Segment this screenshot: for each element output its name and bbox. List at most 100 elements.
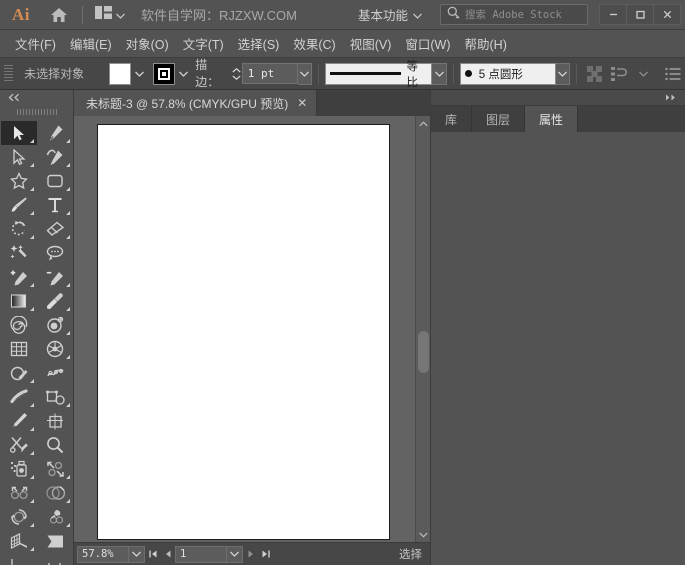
stroke-weight-stepper[interactable]	[231, 63, 242, 85]
home-icon[interactable]	[42, 7, 76, 23]
tool-free-transform[interactable]	[37, 385, 73, 409]
more-options-icon[interactable]	[663, 63, 683, 85]
tool-lasso[interactable]	[37, 241, 73, 265]
control-bar-grip[interactable]	[4, 65, 13, 83]
fill-control[interactable]	[109, 63, 147, 85]
tool-symbol-scruncher[interactable]	[37, 457, 73, 481]
first-page-icon[interactable]	[145, 546, 160, 563]
tool-grid[interactable]	[1, 337, 37, 361]
page-number-input[interactable]: 1	[175, 546, 227, 563]
transform-icon[interactable]	[609, 63, 629, 85]
stroke-profile-caret-icon[interactable]	[432, 63, 447, 85]
tool-magic-wand[interactable]	[1, 241, 37, 265]
align-icon[interactable]	[585, 63, 605, 85]
workspace-switcher[interactable]: 基本功能	[346, 3, 430, 27]
tool-width[interactable]	[1, 385, 37, 409]
tool-delete-anchor-point[interactable]	[37, 265, 73, 289]
canvas-area[interactable]	[74, 116, 430, 565]
tool-direct-selection[interactable]	[1, 145, 37, 169]
prev-page-icon[interactable]	[160, 546, 175, 563]
expand-panels-icon[interactable]	[665, 89, 679, 107]
tool-eraser[interactable]	[37, 217, 73, 241]
tool-paintbrush[interactable]	[1, 193, 37, 217]
tool-artboard[interactable]	[37, 409, 73, 433]
tool-symbol-sprayer[interactable]	[1, 457, 37, 481]
tool-live-paint-bucket[interactable]	[37, 337, 73, 361]
search-input[interactable]: 搜索 Adobe Stock	[440, 4, 588, 25]
next-page-icon[interactable]	[243, 546, 258, 563]
transform-caret-icon[interactable]	[633, 63, 653, 85]
page-number-caret-icon[interactable]	[227, 546, 243, 563]
selection-status-label: 未选择对象	[18, 65, 109, 82]
tool-symbol-spinner[interactable]	[1, 505, 37, 529]
tool-graph[interactable]	[37, 529, 73, 553]
tool-rectangle[interactable]	[37, 169, 73, 193]
right-panel-tabs: 库 图层 属性	[431, 106, 685, 132]
tool-pen[interactable]	[37, 121, 73, 145]
tool-spiral[interactable]	[1, 313, 37, 337]
tool-symbol-stainer[interactable]	[37, 505, 73, 529]
menu-item-effect[interactable]: 效果(C)	[286, 31, 342, 56]
menu-item-help[interactable]: 帮助(H)	[458, 31, 514, 56]
artboard[interactable]	[97, 124, 390, 540]
document-tab[interactable]: 未标题-3 @ 57.8% (CMYK/GPU 预览) ✕	[74, 90, 317, 116]
close-icon[interactable]: ✕	[297, 97, 307, 109]
tool-rotate[interactable]	[1, 217, 37, 241]
tool-gradient[interactable]	[1, 289, 37, 313]
tool-scissors[interactable]	[1, 433, 37, 457]
last-page-icon[interactable]	[258, 546, 273, 563]
menu-item-file[interactable]: 文件(F)	[8, 31, 63, 56]
tools-panel-drag-handle[interactable]	[16, 106, 57, 118]
tool-pencil[interactable]	[1, 409, 37, 433]
tool-page[interactable]	[37, 553, 73, 565]
tab-properties[interactable]: 属性	[525, 106, 578, 132]
tool-slice[interactable]	[1, 553, 37, 565]
menu-item-select[interactable]: 选择(S)	[231, 31, 287, 56]
stroke-weight-label[interactable]: 描边：	[195, 56, 228, 92]
tool-blob-brush[interactable]	[37, 313, 73, 337]
minimize-button[interactable]	[599, 4, 627, 25]
tool-symbol-screener[interactable]	[37, 481, 73, 505]
zoom-level-caret-icon[interactable]	[129, 546, 145, 563]
tool-zoom[interactable]	[37, 433, 73, 457]
close-button[interactable]	[653, 4, 681, 25]
fill-caret-icon[interactable]	[131, 63, 147, 85]
right-panel-body	[431, 132, 685, 565]
tab-layers[interactable]: 图层	[472, 106, 525, 132]
scroll-up-icon[interactable]	[416, 116, 430, 131]
tool-add-anchor-point[interactable]	[1, 265, 37, 289]
menu-item-window[interactable]: 窗口(W)	[398, 31, 457, 56]
menu-item-edit[interactable]: 编辑(E)	[63, 31, 119, 56]
brush-definition-caret-icon[interactable]	[556, 63, 571, 85]
menu-item-type[interactable]: 文字(T)	[176, 31, 231, 56]
tool-curvature[interactable]	[37, 145, 73, 169]
stroke-swatch[interactable]	[153, 63, 175, 85]
tool-puppet-warp[interactable]	[37, 361, 73, 385]
collapse-chevrons-icon[interactable]	[8, 89, 21, 107]
maximize-button[interactable]	[626, 4, 654, 25]
tool-shaper[interactable]	[1, 169, 37, 193]
stroke-weight-input[interactable]: 1 pt	[242, 63, 298, 84]
tool-eyedropper[interactable]	[37, 289, 73, 313]
tool-symbol-sizer[interactable]	[1, 481, 37, 505]
menu-item-object[interactable]: 对象(O)	[119, 31, 176, 56]
arrange-documents-button[interactable]	[89, 4, 131, 26]
stroke-control[interactable]	[153, 63, 191, 85]
scroll-down-icon[interactable]	[416, 527, 430, 542]
stroke-profile-select[interactable]: 等比	[325, 63, 432, 85]
tool-selection[interactable]	[1, 121, 37, 145]
zoom-level-input[interactable]: 57.8%	[77, 546, 129, 563]
menu-item-view[interactable]: 视图(V)	[343, 31, 399, 56]
tool-type[interactable]	[37, 193, 73, 217]
stroke-caret-icon[interactable]	[175, 63, 191, 85]
brush-definition-select[interactable]: 5 点圆形	[460, 63, 556, 85]
stroke-profile-icon	[330, 72, 400, 75]
vertical-scrollbar[interactable]	[415, 116, 430, 542]
tool-perspective-grid[interactable]	[1, 529, 37, 553]
illustrator-window: Ai 软件自学网：RJZXW.COM 基本功能	[0, 0, 685, 565]
fill-swatch[interactable]	[109, 63, 131, 85]
tab-libraries[interactable]: 库	[431, 106, 472, 132]
vertical-scroll-thumb[interactable]	[418, 331, 429, 373]
stroke-weight-caret-icon[interactable]	[298, 63, 313, 85]
tool-shape-builder[interactable]	[1, 361, 37, 385]
